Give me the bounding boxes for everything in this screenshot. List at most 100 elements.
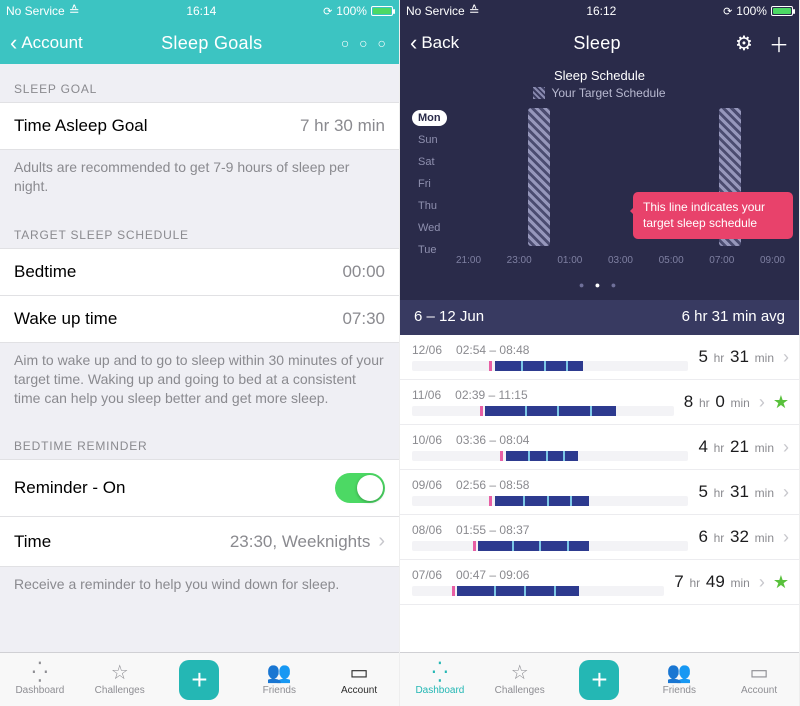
reminder-time-row[interactable]: Time 23:30, Weeknights › <box>0 517 399 567</box>
label: Time Asleep Goal <box>14 116 148 136</box>
carrier-text: No Service <box>6 4 65 18</box>
content: Sleep Goal Time Asleep Goal 7 hr 30 min … <box>0 64 399 652</box>
reminder-note: Receive a reminder to help you wind down… <box>0 567 399 608</box>
clock: 16:14 <box>186 4 216 18</box>
tab-dashboard[interactable]: ⁛ Dashboard <box>0 653 80 706</box>
entry-duration: 5 hr 31 min <box>698 347 775 367</box>
value: 23:30, Weeknights <box>230 532 371 552</box>
x-tick: 07:00 <box>709 255 734 266</box>
schedule-chart[interactable]: Mon Sun Sat Fri Thu Wed Tue This line indicate… <box>400 106 799 276</box>
account-icon: ▭ <box>750 663 769 683</box>
section-target-schedule: Target Sleep Schedule <box>0 210 399 248</box>
back-label: Back <box>421 33 459 53</box>
day-label[interactable]: Sun <box>412 132 447 148</box>
fitbit-icon: ⁛ <box>32 663 48 683</box>
tab-account[interactable]: ▭ Account <box>319 653 399 706</box>
page-title: Sleep Goals <box>161 33 262 54</box>
tab-challenges[interactable]: ☆ Challenges <box>480 653 560 706</box>
legend-swatch-icon <box>533 87 545 99</box>
tab-account[interactable]: ▭ Account <box>719 653 799 706</box>
bedtime-row[interactable]: Bedtime 00:00 <box>0 248 399 296</box>
entry-right: 4 hr 21 min› <box>698 437 789 458</box>
label: Dashboard <box>15 685 64 696</box>
entry-left: 08/0601:55 – 08:37 <box>412 523 688 551</box>
sleep-entry[interactable]: 07/0600:47 – 09:067 hr 49 min›★ <box>400 560 799 605</box>
label: Dashboard <box>415 685 464 696</box>
tab-challenges[interactable]: ☆ Challenges <box>80 653 160 706</box>
fitbit-icon: ⁛ <box>432 663 448 683</box>
entry-bar <box>412 406 674 416</box>
entry-range: 03:36 – 08:04 <box>456 433 529 447</box>
entry-duration: 8 hr 0 min <box>684 392 751 412</box>
entry-left: 12/0602:54 – 08:48 <box>412 343 688 371</box>
plus-icon: + <box>579 660 619 700</box>
label: Friends <box>263 685 296 696</box>
sleep-entry[interactable]: 08/0601:55 – 08:376 hr 32 min› <box>400 515 799 560</box>
label: Reminder - On <box>14 478 125 498</box>
sleep-entry[interactable]: 12/0602:54 – 08:485 hr 31 min› <box>400 335 799 380</box>
wakeup-row[interactable]: Wake up time 07:30 <box>0 296 399 343</box>
page-title: Sleep <box>573 33 621 54</box>
back-button[interactable]: ‹ Account <box>10 32 83 54</box>
value: 07:30 <box>342 309 385 329</box>
sleep-entry[interactable]: 10/0603:36 – 08:044 hr 21 min› <box>400 425 799 470</box>
entry-left: 09/06 02:56 – 08:58 <box>412 478 688 506</box>
more-button[interactable]: ○ ○ ○ <box>341 35 389 51</box>
wifi-icon: ≙ <box>69 3 80 19</box>
entry-meta: 07/0600:47 – 09:06 <box>412 568 664 582</box>
orientation-lock-icon: ⟳ <box>723 5 732 18</box>
tab-friends[interactable]: 👥 Friends <box>639 653 719 706</box>
reminder-toggle[interactable] <box>335 473 385 503</box>
chevron-right-icon: › <box>759 392 765 413</box>
entry-left: 07/0600:47 – 09:06 <box>412 568 664 596</box>
back-button[interactable]: ‹ Back <box>410 32 459 54</box>
label: Friends <box>663 685 696 696</box>
star-icon: ★ <box>773 572 789 593</box>
legend-label: Your Target Schedule <box>551 86 665 100</box>
phone-sleep-goals: No Service ≙ 16:14 ⟳ 100% ‹ Account Slee… <box>0 0 400 706</box>
x-tick: 03:00 <box>608 255 633 266</box>
more-icon: ○ ○ ○ <box>341 35 389 51</box>
day-label[interactable]: Mon <box>412 110 447 126</box>
day-label[interactable]: Sat <box>412 154 447 170</box>
tab-dashboard[interactable]: ⁛ Dashboard <box>400 653 480 706</box>
tab-friends[interactable]: 👥 Friends <box>239 653 319 706</box>
chevron-right-icon: › <box>783 527 789 548</box>
entry-meta: 12/0602:54 – 08:48 <box>412 343 688 357</box>
sleep-entry[interactable]: 11/0602:39 – 11:158 hr 0 min›★ <box>400 380 799 425</box>
battery-percent: 100% <box>736 4 767 18</box>
battery-icon <box>771 6 793 16</box>
entry-right: 5 hr 31 min› <box>698 482 789 503</box>
entry-range: 02:56 – 08:58 <box>456 478 529 492</box>
entry-meta: 08/0601:55 – 08:37 <box>412 523 688 537</box>
settings-button[interactable]: ⚙ <box>735 31 753 56</box>
page-indicator[interactable]: ● ● ● <box>400 276 799 294</box>
day-label[interactable]: Fri <box>412 176 447 192</box>
day-label[interactable]: Wed <box>412 220 447 236</box>
summary-range: 6 – 12 Jun <box>414 308 484 325</box>
reminder-toggle-row: Reminder - On <box>0 459 399 517</box>
section-bedtime-reminder: Bedtime Reminder <box>0 421 399 459</box>
battery-icon <box>371 6 393 16</box>
tab-add[interactable]: + <box>160 653 240 706</box>
tab-add[interactable]: + <box>560 653 640 706</box>
add-button[interactable]: ＋ <box>769 29 789 58</box>
sleep-entry[interactable]: 09/06 02:56 – 08:58 5 hr 31 min› <box>400 470 799 515</box>
entry-date: 09/06 <box>412 478 442 492</box>
account-icon: ▭ <box>350 663 369 683</box>
day-label[interactable]: Tue <box>412 242 447 258</box>
entry-bar <box>412 586 664 596</box>
x-tick: 09:00 <box>760 255 785 266</box>
x-tick: 05:00 <box>659 255 684 266</box>
status-bar: No Service ≙ 16:14 ⟳ 100% <box>0 0 399 22</box>
chevron-right-icon: › <box>783 437 789 458</box>
target-note: Aim to wake up and to go to sleep within… <box>0 343 399 422</box>
entry-date: 07/06 <box>412 568 442 582</box>
time-asleep-goal-row[interactable]: Time Asleep Goal 7 hr 30 min <box>0 102 399 150</box>
chevron-right-icon: › <box>783 482 789 503</box>
trophy-icon: ☆ <box>111 663 129 683</box>
label: Challenges <box>95 685 145 696</box>
entry-date: 11/06 <box>412 388 441 402</box>
day-label[interactable]: Thu <box>412 198 447 214</box>
chart-callout: This line indicates your target sleep sc… <box>633 192 793 239</box>
